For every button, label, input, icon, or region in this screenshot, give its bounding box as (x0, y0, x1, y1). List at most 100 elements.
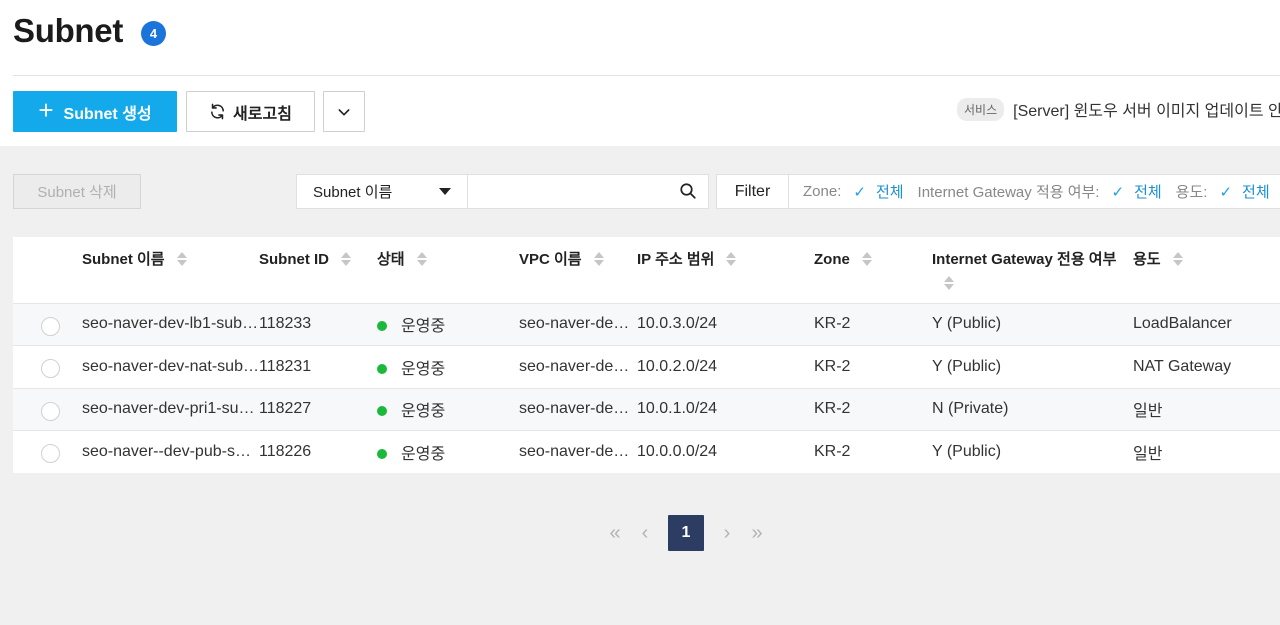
cell-usage: 일반 (1133, 388, 1280, 431)
column-header-select (13, 237, 82, 304)
plus-icon: + (38, 95, 54, 125)
filter-button[interactable]: Filter (717, 175, 789, 208)
cell-status: 운영중 (377, 345, 519, 389)
cell-igw: Y (Public) (932, 303, 1133, 346)
filter-bar: Filter Zone: ✓ 전체 Internet Gateway 적용 여부… (716, 174, 1280, 209)
search-field-select[interactable]: Subnet 이름 (296, 174, 468, 209)
cell-subnet-name[interactable]: seo-naver-dev-lb1-subnet (82, 303, 259, 346)
table-header-row: Subnet 이름 Subnet ID 상태 VPC 이름 IP 주소 범위 Z… (13, 237, 1280, 304)
cell-subnet-id: 118233 (259, 303, 377, 346)
column-header-ip-range[interactable]: IP 주소 범위 (637, 237, 814, 304)
notice-tag: 서비스 (957, 97, 1005, 121)
search-field-label: Subnet 이름 (313, 184, 393, 201)
last-page-icon[interactable]: » (742, 515, 772, 551)
cell-subnet-name[interactable]: seo-naver-dev-pri1-subnet (82, 388, 259, 431)
status-running-icon (377, 321, 387, 332)
table-row[interactable]: seo-naver-dev-lb1-subnet 118233 운영중 seo-… (13, 303, 1280, 346)
page-title: Subnet (13, 12, 124, 49)
service-notice[interactable]: 서비스 [Server] 윈도우 서버 이미지 업데이트 안내 (957, 97, 1280, 121)
search-input[interactable] (468, 174, 709, 209)
sort-icon[interactable] (861, 251, 872, 267)
cell-vpc-name: seo-naver-dev-vpc (519, 345, 637, 389)
cell-igw: Y (Public) (932, 345, 1133, 389)
filter-internet-gateway[interactable]: Internet Gateway 적용 여부: ✓ 전체 (918, 181, 1162, 202)
cell-status: 운영중 (377, 303, 519, 346)
filter-usage[interactable]: 용도: ✓ 전체 (1176, 181, 1270, 202)
filter-usage-value[interactable]: 전체 (1242, 181, 1270, 202)
table-row[interactable]: seo-naver-dev-nat-subnet 118231 운영중 seo-… (13, 345, 1280, 389)
row-select-radio[interactable] (41, 444, 60, 464)
create-subnet-label: Subnet 생성 (63, 105, 152, 123)
sort-icon[interactable] (1172, 251, 1183, 267)
cell-subnet-id: 118226 (259, 430, 377, 473)
cell-zone: KR-2 (814, 430, 932, 473)
sort-icon[interactable] (416, 251, 427, 267)
caret-down-icon (439, 188, 451, 195)
next-page-icon[interactable]: › (712, 515, 742, 551)
cell-usage: 일반 (1133, 430, 1280, 473)
cell-usage: NAT Gateway (1133, 345, 1280, 389)
refresh-icon (211, 103, 224, 120)
sort-icon[interactable] (341, 251, 351, 267)
first-page-icon[interactable]: « (600, 515, 630, 551)
filter-zone-value[interactable]: 전체 (876, 181, 904, 202)
status-running-icon (377, 406, 387, 417)
create-subnet-button[interactable]: + Subnet 생성 (13, 91, 177, 132)
sort-icon[interactable] (176, 251, 187, 267)
cell-igw: Y (Public) (932, 430, 1133, 473)
count-badge: 4 (141, 21, 166, 46)
table-row[interactable]: seo-naver-dev-pri1-subnet 118227 운영중 seo… (13, 388, 1280, 431)
status-running-icon (377, 363, 387, 374)
column-header-name[interactable]: Subnet 이름 (82, 237, 259, 304)
refresh-label: 새로고침 (233, 105, 292, 123)
subnet-table: Subnet 이름 Subnet ID 상태 VPC 이름 IP 주소 범위 Z… (13, 237, 1280, 473)
row-select-radio[interactable] (41, 359, 60, 379)
cell-igw: N (Private) (932, 388, 1133, 431)
cell-usage: LoadBalancer (1133, 303, 1280, 346)
filter-igw-value[interactable]: 전체 (1134, 181, 1162, 202)
column-header-id[interactable]: Subnet ID (259, 237, 377, 304)
column-header-zone[interactable]: Zone (814, 237, 932, 304)
cell-zone: KR-2 (814, 345, 932, 389)
sort-icon[interactable] (726, 251, 737, 267)
check-icon: ✓ (1219, 183, 1233, 201)
sort-icon[interactable] (593, 251, 604, 267)
cell-subnet-name[interactable]: seo-naver-dev-nat-subnet (82, 345, 259, 389)
row-select-radio[interactable] (41, 401, 60, 421)
row-select-radio[interactable] (41, 316, 60, 336)
filter-zone-label: Zone: (803, 183, 842, 200)
check-icon: ✓ (1111, 183, 1125, 201)
search-icon[interactable] (679, 182, 697, 200)
page-current[interactable]: 1 (668, 515, 704, 551)
cell-subnet-name[interactable]: seo-naver--dev-pub-subnet (82, 430, 259, 473)
cell-ip-range: 10.0.2.0/24 (637, 345, 814, 389)
cell-zone: KR-2 (814, 303, 932, 346)
chevron-down-icon (338, 108, 350, 115)
table-row[interactable]: seo-naver--dev-pub-subnet 118226 운영중 seo… (13, 430, 1280, 473)
prev-page-icon[interactable]: ‹ (630, 515, 660, 551)
cell-zone: KR-2 (814, 388, 932, 431)
cell-subnet-id: 118231 (259, 345, 377, 389)
cell-status: 운영중 (377, 430, 519, 473)
column-header-status[interactable]: 상태 (377, 237, 519, 304)
delete-subnet-button[interactable]: Subnet 삭제 (13, 174, 141, 209)
notice-text[interactable]: [Server] 윈도우 서버 이미지 업데이트 안내 (1013, 97, 1280, 121)
pagination: « ‹ 1 › » (600, 515, 772, 551)
refresh-button[interactable]: 새로고침 (186, 91, 315, 132)
cell-ip-range: 10.0.3.0/24 (637, 303, 814, 346)
column-header-igw[interactable]: Internet Gateway 전용 여부 (932, 237, 1133, 304)
filter-igw-label: Internet Gateway 적용 여부: (917, 184, 1100, 201)
check-icon: ✓ (853, 183, 866, 201)
page-header: Subnet 4 + Subnet 생성 새로고침 서비스 [Server] 윈… (0, 0, 1280, 146)
header-divider (13, 75, 1280, 76)
cell-vpc-name: seo-naver-dev-vpc (519, 303, 637, 346)
filter-usage-label: 용도: (1175, 184, 1208, 201)
more-actions-dropdown[interactable] (323, 91, 365, 132)
filter-zone[interactable]: Zone: ✓ 전체 (803, 181, 904, 202)
column-header-vpc[interactable]: VPC 이름 (519, 237, 637, 304)
cell-ip-range: 10.0.0.0/24 (637, 430, 814, 473)
sort-icon[interactable] (944, 275, 954, 291)
cell-status: 운영중 (377, 388, 519, 431)
cell-subnet-id: 118227 (259, 388, 377, 431)
column-header-usage[interactable]: 용도 (1133, 237, 1280, 304)
